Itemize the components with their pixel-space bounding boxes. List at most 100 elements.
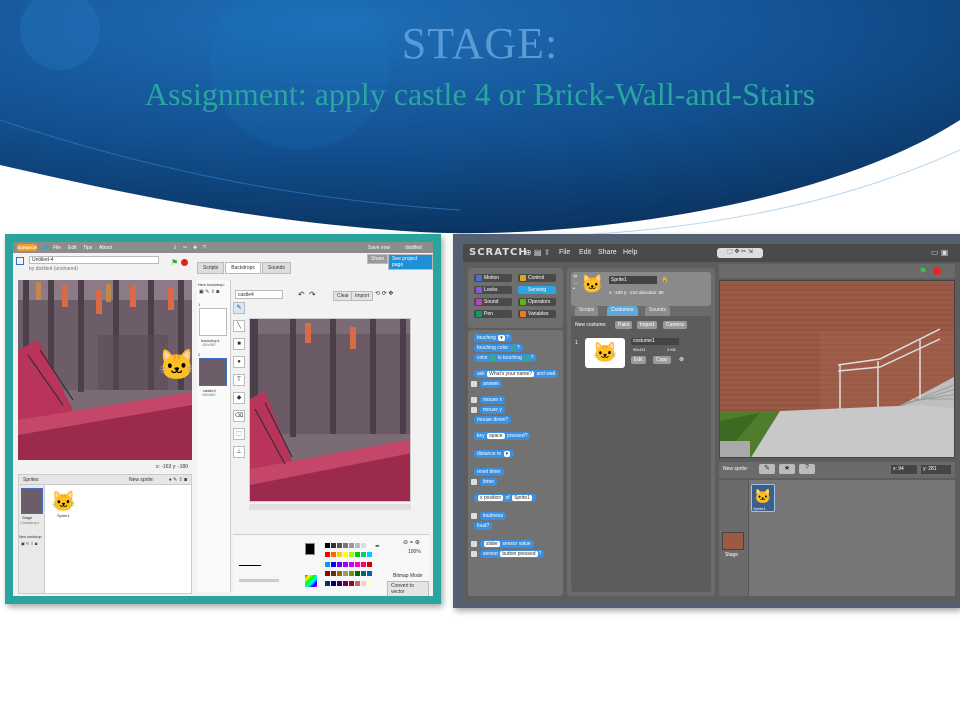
ellipse-icon[interactable]: ●	[233, 356, 245, 368]
palette-swatch[interactable]	[349, 580, 354, 586]
palette-swatch[interactable]	[325, 561, 330, 567]
palette-swatch[interactable]	[337, 543, 342, 548]
edit-button[interactable]: Edit	[631, 356, 646, 364]
duplicate-icon[interactable]: ⇩	[173, 245, 177, 251]
checkbox[interactable]	[471, 407, 477, 413]
backdrop-name-input[interactable]: castle4	[235, 290, 283, 299]
block-distance-to[interactable]: distance to ▾	[474, 450, 515, 458]
stop-icon[interactable]	[933, 267, 941, 275]
category-motion[interactable]: Motion	[474, 274, 512, 282]
rectangle-icon[interactable]: ■	[233, 338, 245, 350]
green-flag-icon[interactable]: ⚑	[171, 258, 178, 267]
grow-icon[interactable]: ✥	[193, 245, 197, 251]
block-mouse-x[interactable]: mouse x	[480, 396, 505, 404]
palette-swatch[interactable]	[331, 561, 336, 567]
palette-swatch[interactable]	[343, 561, 348, 567]
undo-icon[interactable]: ↶	[298, 290, 305, 299]
palette-swatch[interactable]	[367, 552, 372, 558]
block-loudness[interactable]: loudness	[480, 512, 507, 520]
block-mouse-y[interactable]: mouse y	[480, 406, 505, 414]
palette-swatch[interactable]	[361, 552, 366, 558]
category-looks[interactable]: Looks	[474, 286, 512, 294]
category-sound[interactable]: Sound	[474, 298, 512, 306]
text-icon[interactable]: T	[233, 374, 245, 386]
convert-to-vector-button[interactable]: Convert to vector	[387, 581, 429, 596]
redo-icon[interactable]: ↷	[309, 290, 316, 299]
tab-costumes[interactable]: Costumes	[607, 306, 638, 316]
menu-edit[interactable]: Edit	[579, 249, 591, 256]
block-input[interactable]: What's your name?	[487, 371, 535, 377]
clear-button[interactable]: Clear	[333, 291, 353, 301]
palette-swatch[interactable]	[361, 561, 366, 567]
block-input[interactable]: space	[487, 433, 505, 439]
choose-sprite-icon[interactable]: ★	[779, 464, 795, 474]
palette-swatch[interactable]	[337, 571, 342, 577]
costume1-thumbnail[interactable]: 🐱	[585, 338, 625, 368]
stamp-icon[interactable]: ⊥	[233, 446, 245, 458]
select-icon[interactable]: ⬚	[233, 428, 245, 440]
tab-backdrops[interactable]: Backdrops	[225, 262, 261, 274]
block-input[interactable]: Sprite1	[512, 495, 532, 501]
save-now-link[interactable]: Save now	[368, 245, 390, 251]
zoom-icons[interactable]: ⊖ = ⊕	[403, 539, 420, 546]
palette-swatch[interactable]	[349, 561, 354, 567]
palette-swatch[interactable]	[343, 543, 348, 548]
palette-swatch[interactable]	[325, 543, 330, 548]
palette-swatch[interactable]	[331, 571, 336, 577]
palette-swatch[interactable]	[325, 580, 330, 586]
stop-icon[interactable]	[181, 259, 188, 266]
camera-button[interactable]: Camera	[663, 321, 687, 329]
palette-swatch[interactable]	[355, 571, 360, 577]
tab-sounds[interactable]: Sounds	[261, 262, 291, 274]
fullscreen-icon[interactable]	[16, 257, 24, 265]
lock-icon[interactable]: 🔒	[661, 276, 668, 283]
color-palette[interactable]	[325, 543, 372, 589]
canvas-scrollbar[interactable]	[249, 504, 411, 510]
menu-file[interactable]: File	[53, 245, 61, 251]
checkbox[interactable]	[471, 397, 477, 403]
costume-name-input[interactable]: costume1	[631, 338, 679, 345]
import-button[interactable]: Import	[351, 291, 374, 301]
eyedropper-icon[interactable]: ✒	[375, 543, 380, 550]
toolbar-icons[interactable]: ⊕ ▤ ⇪	[525, 248, 550, 257]
menu-tips[interactable]: Tips	[83, 245, 92, 251]
palette-swatch[interactable]	[367, 580, 372, 586]
palette-swatch[interactable]	[325, 552, 330, 558]
palette-swatch[interactable]	[337, 580, 342, 586]
block-mouse-down[interactable]: mouse down?	[474, 416, 512, 424]
palette-swatch[interactable]	[325, 571, 330, 577]
palette-swatch[interactable]	[331, 543, 336, 548]
block-key-pressed[interactable]: key space pressed?	[474, 432, 531, 440]
fill-icon[interactable]: ◆	[233, 392, 245, 404]
username[interactable]: distilled	[405, 245, 422, 251]
palette-swatch[interactable]	[331, 552, 336, 558]
brush-icon[interactable]: ✎	[233, 302, 245, 314]
rotation-style-icons[interactable]: ⟲ ↔ •	[573, 274, 578, 292]
block-answer[interactable]: answer	[480, 380, 503, 388]
paint-button[interactable]: Paint	[615, 321, 633, 329]
project-title-input[interactable]: Untitled-4	[29, 256, 159, 264]
palette-swatch[interactable]	[355, 543, 360, 548]
castle4-thumbnail[interactable]	[199, 358, 227, 386]
category-pen[interactable]: Pen	[474, 310, 512, 318]
block-reset-timer[interactable]: reset timer	[474, 468, 504, 476]
block-input[interactable]: slider	[484, 541, 500, 547]
palette-swatch[interactable]	[349, 571, 354, 577]
palette-swatch[interactable]	[331, 580, 336, 586]
block-sensor-button[interactable]: sensor button pressed?	[480, 550, 545, 558]
tab-scripts[interactable]: Scripts	[197, 262, 225, 274]
stage-area[interactable]: 🐱	[18, 280, 192, 460]
block-sensor-value[interactable]: slider sensor value	[480, 540, 534, 548]
block-loud[interactable]: loud?	[474, 522, 493, 530]
backdrop1-thumbnail[interactable]	[199, 308, 227, 336]
category-control[interactable]: Control	[518, 274, 556, 282]
category-sensing[interactable]: Sensing	[518, 286, 556, 294]
category-variables[interactable]: Variables	[518, 310, 556, 318]
delete-icon[interactable]: ⊗	[679, 356, 684, 363]
import-button[interactable]: Import	[637, 321, 658, 329]
palette-swatch[interactable]	[343, 552, 348, 558]
palette-swatch[interactable]	[361, 580, 366, 586]
green-flag-icon[interactable]: ⚑	[919, 266, 927, 277]
menu-about[interactable]: About	[99, 245, 112, 251]
new-sprite-icons[interactable]: ♦ ✎ ⇪ ◙	[169, 477, 187, 483]
